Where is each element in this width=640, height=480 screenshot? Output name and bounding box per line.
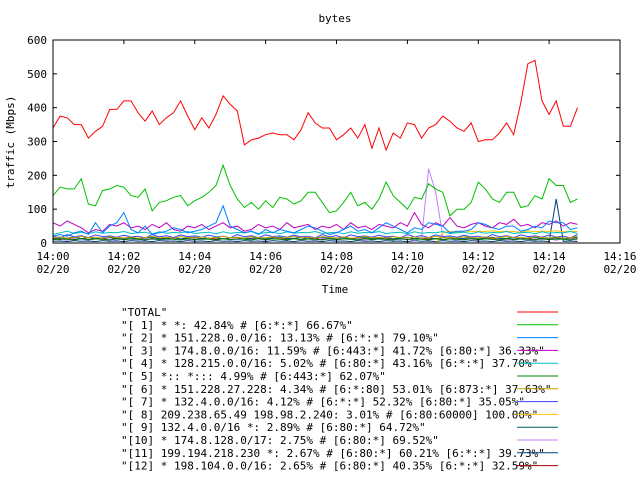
legend-label: "[ 4] * 128.215.0.0/16: 5.02% # [6:80:*]…: [121, 357, 538, 370]
x-tick-time: 14:14: [533, 250, 566, 263]
legend-label: "[ 5] *:: *::: 4.99% # [6:443:*] 62.07%": [121, 370, 386, 383]
legend-label: "[10] * 174.8.128.0/17: 2.75% # [6:80:*]…: [121, 434, 439, 447]
x-tick-date: 02/20: [107, 263, 140, 276]
x-tick-date: 02/20: [178, 263, 211, 276]
legend-label: "[ 8] 209.238.65.49 198.98.2.240: 3.01% …: [121, 408, 538, 421]
x-tick-date: 02/20: [249, 263, 282, 276]
y-axis-label: traffic (Mbps): [4, 96, 17, 189]
x-tick-date: 02/20: [533, 263, 566, 276]
legend-label: "[ 7] * 132.4.0.0/16: 4.12% # [6:*:*] 52…: [121, 396, 525, 409]
series-line-1: [52, 163, 578, 217]
y-tick-label: 600: [27, 34, 47, 47]
legend: "TOTAL""[ 1] * *: 42.84% # [6:*:*] 66.67…: [121, 306, 558, 473]
x-tick-time: 14:10: [391, 250, 424, 263]
y-tick-label: 0: [40, 237, 47, 250]
y-tick-label: 200: [27, 169, 47, 182]
x-tick-date: 02/20: [391, 263, 424, 276]
x-tick-time: 14:12: [462, 250, 495, 263]
x-tick-time: 14:16: [603, 250, 636, 263]
x-tick-time: 14:06: [249, 250, 282, 263]
x-tick-date: 02/20: [36, 263, 69, 276]
y-tick-label: 300: [27, 136, 47, 149]
legend-label: "[ 2] * 151.228.0.0/16: 13.13% # [6:*:*]…: [121, 332, 439, 345]
series-layer: [52, 59, 578, 244]
legend-label: "[ 9] 132.4.0.0/16 *: 2.89% # [6:80:*] 6…: [121, 421, 426, 434]
x-tick-time: 14:08: [320, 250, 353, 263]
y-tick-label: 400: [27, 102, 47, 115]
chart-title: bytes: [318, 12, 351, 25]
traffic-chart: bytes traffic (Mbps) Time 0 100 200 300 400 5…: [4, 12, 637, 473]
y-tick-label: 500: [27, 68, 47, 81]
x-tick-date: 02/20: [603, 263, 636, 276]
x-tick-time: 14:04: [178, 250, 211, 263]
y-tick-label: 100: [27, 203, 47, 216]
legend-label: "[12] * 198.104.0.0/16: 2.65% # [6:80:*]…: [121, 460, 538, 473]
x-tick-date: 02/20: [320, 263, 353, 276]
legend-label: "[ 6] * 151.228.27.228: 4.34% # [6:*:80]…: [121, 383, 551, 396]
x-tick-time: 14:00: [36, 250, 69, 263]
plot-frame: [52, 39, 621, 244]
series-line-11: [52, 198, 578, 243]
legend-label: "TOTAL": [121, 306, 167, 319]
legend-label: "[11] 199.194.218.230 *: 2.67% # [6:80:*…: [121, 447, 545, 460]
x-axis-label: Time: [322, 283, 349, 296]
legend-label: "[ 3] * 174.8.0.0/16: 11.59% # [6:443:*]…: [121, 344, 545, 357]
legend-label: "[ 1] * *: 42.84% # [6:*:*] 66.67%": [121, 319, 353, 332]
series-line-0: [52, 59, 578, 152]
x-tick-time: 14:02: [107, 250, 140, 263]
x-tick-date: 02/20: [462, 263, 495, 276]
